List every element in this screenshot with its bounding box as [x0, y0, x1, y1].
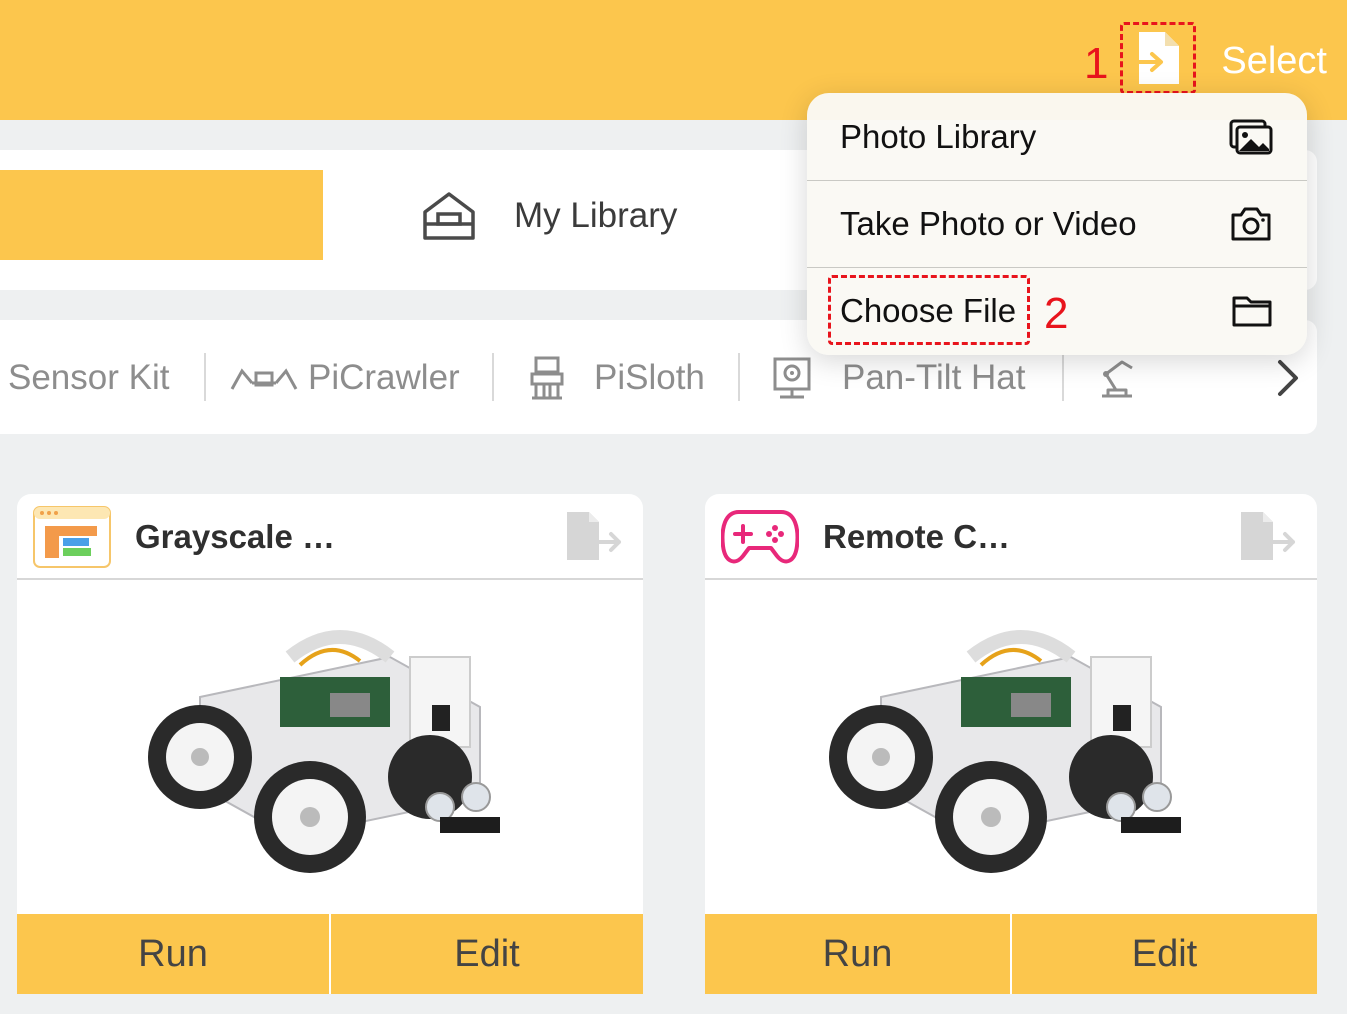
kit-robot-arm[interactable]	[1096, 350, 1150, 406]
edit-button[interactable]: Edit	[1010, 914, 1317, 994]
picrawler-icon	[230, 368, 298, 390]
robot-arm-icon	[1102, 360, 1133, 398]
kit-pisloth[interactable]: PiSloth	[528, 350, 705, 406]
blocks-code-icon	[33, 506, 111, 568]
menu-item-photo-library[interactable]: Photo Library	[807, 93, 1307, 180]
pisloth-icon	[530, 356, 564, 400]
kit-divider	[738, 353, 740, 401]
card-title: Grayscale …	[135, 518, 335, 555]
tab-selected[interactable]	[0, 170, 323, 260]
kit-label: Pan-Tilt Hat	[842, 358, 1026, 397]
run-button[interactable]: Run	[17, 914, 329, 994]
chevron-right-icon[interactable]	[1270, 358, 1306, 398]
kit-label: Sensor Kit	[8, 358, 170, 397]
kit-divider	[492, 353, 494, 401]
kit-sensor-kit[interactable]: Sensor Kit	[8, 350, 169, 406]
kit-divider	[204, 353, 206, 401]
kit-label: PiSloth	[594, 358, 705, 397]
export-icon[interactable]	[565, 510, 623, 562]
kit-picrawler[interactable]: PiCrawler	[230, 350, 460, 406]
pan-tilt-hat-icon	[773, 357, 811, 399]
run-button[interactable]: Run	[705, 914, 1010, 994]
annotation-highlight-choose-file	[828, 275, 1030, 345]
gamepad-icon	[721, 510, 799, 564]
card-title: Remote C…	[823, 518, 1011, 555]
robot-car-photo	[148, 630, 500, 873]
robot-car-image	[705, 582, 1317, 912]
export-icon[interactable]	[1239, 510, 1297, 562]
robot-car-image	[17, 582, 643, 912]
edit-button[interactable]: Edit	[329, 914, 643, 994]
home-icon	[423, 192, 475, 240]
select-button[interactable]: Select	[1221, 38, 1327, 84]
annotation-step-1: 1	[1084, 39, 1109, 88]
folder-icon	[1232, 296, 1272, 327]
project-card[interactable]: Remote C… Run Edit	[705, 494, 1317, 994]
camera-icon	[1231, 207, 1271, 241]
tab-my-library[interactable]: My Library	[420, 186, 677, 246]
menu-item-take-photo[interactable]: Take Photo or Video	[807, 180, 1307, 267]
photo-library-icon	[1229, 119, 1273, 154]
kit-pan-tilt-hat[interactable]: Pan-Tilt Hat	[772, 350, 1025, 406]
kit-label: PiCrawler	[308, 358, 460, 397]
tab-my-library-label: My Library	[514, 196, 678, 235]
kit-divider	[1062, 353, 1064, 401]
import-button[interactable]	[1120, 22, 1196, 94]
card-header: Grayscale …	[17, 494, 643, 580]
card-actions: Run Edit	[17, 914, 643, 994]
menu-item-label: Photo Library	[840, 117, 1037, 155]
card-actions: Run Edit	[705, 914, 1317, 994]
annotation-step-2: 2	[1044, 289, 1069, 338]
file-import-icon	[1135, 32, 1179, 84]
menu-item-label: Take Photo or Video	[840, 205, 1137, 242]
project-card[interactable]: Grayscale … Run Edit	[17, 494, 643, 994]
robot-car-photo	[829, 630, 1181, 873]
card-header: Remote C…	[705, 494, 1317, 580]
